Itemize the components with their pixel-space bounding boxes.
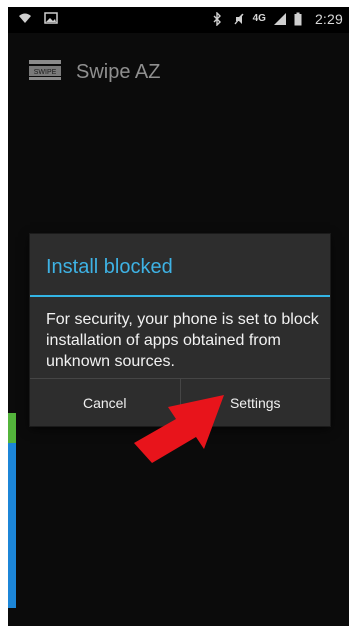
mute-icon [232, 12, 246, 26]
dialog-title: Install blocked [46, 256, 173, 278]
dialog-message: For security, your phone is set to block… [46, 311, 319, 370]
background-stripe-blue [8, 443, 16, 608]
network-type: 4G [252, 13, 266, 24]
wifi-icon [18, 11, 32, 25]
red-arrow-annotation-icon [134, 395, 224, 463]
status-bar: 4G 2:29 [8, 7, 349, 33]
phone-frame: 4G 2:29 SWIPE Swipe AZ Install blocked F… [0, 0, 349, 626]
action-bar: SWIPE Swipe AZ [8, 52, 349, 92]
app-logo-icon[interactable]: SWIPE [29, 60, 61, 80]
battery-icon [294, 12, 308, 26]
app-logo-text: SWIPE [34, 69, 57, 76]
signal-icon [273, 12, 287, 26]
background-stripe-green [8, 413, 16, 443]
dialog-title-divider [30, 295, 330, 297]
image-icon [44, 11, 58, 25]
bluetooth-icon [211, 11, 225, 27]
app-title: Swipe AZ [76, 61, 161, 83]
status-time: 2:29 [314, 11, 343, 27]
screen: 4G 2:29 SWIPE Swipe AZ Install blocked F… [8, 7, 349, 626]
